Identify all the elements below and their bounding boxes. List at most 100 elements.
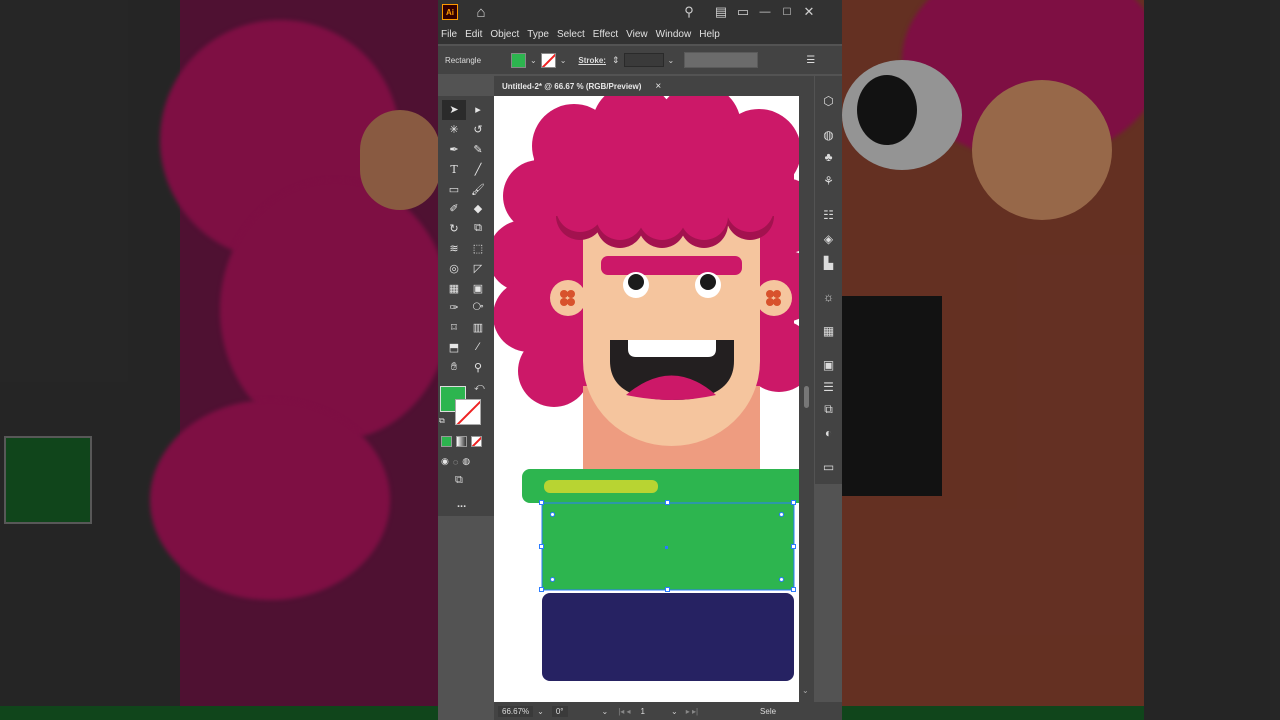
- handle-bottom-left[interactable]: [539, 587, 544, 592]
- menu-edit[interactable]: Edit: [462, 29, 487, 40]
- perspective-grid-tool-icon[interactable]: ◸: [466, 258, 490, 278]
- menu-window[interactable]: Window: [653, 29, 697, 40]
- none-mode-icon[interactable]: [471, 436, 482, 447]
- 3d-icon[interactable]: ⬡: [815, 94, 842, 108]
- transform-icon[interactable]: ▦: [815, 324, 842, 338]
- scroll-down-icon[interactable]: ⌄: [802, 686, 809, 695]
- transparency-icon[interactable]: ◐: [815, 426, 842, 440]
- artboard-dropdown-icon[interactable]: ⌄: [671, 707, 678, 716]
- handle-top-left[interactable]: [539, 500, 544, 505]
- rotate-tool-icon[interactable]: ↻: [442, 219, 466, 239]
- brightness-icon[interactable]: ☼: [815, 290, 842, 304]
- default-colors-icon[interactable]: ⧉: [439, 416, 445, 426]
- swap-fill-stroke-icon[interactable]: ⤺: [474, 382, 485, 393]
- handle-mid-left[interactable]: [539, 544, 544, 549]
- draw-inside-icon[interactable]: ◍: [462, 456, 470, 467]
- symbol-sprayer-tool-icon[interactable]: ⌑: [442, 318, 466, 338]
- close-tab-icon[interactable]: ×: [655, 81, 661, 92]
- column-graph-tool-icon[interactable]: ▥: [466, 318, 490, 338]
- draw-behind-icon[interactable]: ◌: [453, 456, 458, 467]
- zoom-dropdown-icon[interactable]: ⌄: [537, 707, 544, 716]
- type-tool-icon[interactable]: T: [442, 159, 466, 179]
- handle-bottom-right[interactable]: [791, 587, 796, 592]
- zoom-tool-icon[interactable]: ⚲: [466, 357, 490, 377]
- stroke-swatch[interactable]: [540, 52, 556, 68]
- hand-tool-icon[interactable]: ✋︎: [442, 357, 466, 377]
- comments-icon[interactable]: ▭: [815, 460, 842, 474]
- lasso-tool-icon[interactable]: ↺: [466, 120, 490, 140]
- handle-top-right[interactable]: [791, 500, 796, 505]
- blend-tool-icon[interactable]: ⧂: [466, 298, 490, 318]
- corner-widget-top-right[interactable]: [779, 512, 784, 517]
- eraser-tool-icon[interactable]: ◆: [466, 199, 490, 219]
- stroke-color-box[interactable]: [455, 399, 481, 425]
- shaper-tool-icon[interactable]: ✐: [442, 199, 466, 219]
- zoom-level[interactable]: 66.67%: [498, 705, 534, 717]
- stroke-weight-field[interactable]: [623, 53, 664, 67]
- panel-menu-icon[interactable]: ☰: [806, 55, 815, 66]
- screen-mode-icon[interactable]: ⧉: [455, 474, 463, 487]
- symbols-icon[interactable]: ♣: [815, 150, 842, 164]
- menu-select[interactable]: Select: [554, 29, 590, 40]
- stroke-stepper-icon[interactable]: ⇕: [612, 55, 620, 66]
- draw-normal-icon[interactable]: ◉: [441, 456, 449, 467]
- search-icon[interactable]: ⚲: [678, 4, 700, 20]
- maximize-button[interactable]: ☐: [776, 7, 798, 18]
- rotation-dropdown-icon[interactable]: ⌄: [602, 707, 609, 716]
- menu-view[interactable]: View: [623, 29, 653, 40]
- corner-widget-bottom-left[interactable]: [550, 577, 555, 582]
- minimize-button[interactable]: —: [754, 6, 776, 18]
- stroke-dropdown-icon[interactable]: ⌄: [560, 56, 567, 65]
- scrollbar-thumb[interactable]: [804, 386, 809, 408]
- gradient-mode-icon[interactable]: [456, 436, 467, 447]
- handle-mid-right[interactable]: [791, 544, 796, 549]
- artboard-nav-next-icon[interactable]: ▸ ▸|: [686, 707, 698, 716]
- menu-type[interactable]: Type: [524, 29, 554, 40]
- gradient-tool-icon[interactable]: ▣: [466, 278, 490, 298]
- menu-object[interactable]: Object: [487, 29, 524, 40]
- workspace-icon[interactable]: ▭: [732, 4, 754, 20]
- puppet-warp-icon[interactable]: ⚘: [815, 174, 842, 188]
- magic-wand-tool-icon[interactable]: ✳: [442, 120, 466, 140]
- handle-bottom-mid[interactable]: [665, 587, 670, 592]
- free-transform-tool-icon[interactable]: ⬚: [466, 239, 490, 259]
- menu-file[interactable]: File: [438, 29, 462, 40]
- canvas[interactable]: [494, 96, 799, 702]
- align-icon[interactable]: ▙: [815, 256, 842, 270]
- appearance-icon[interactable]: ◍: [815, 128, 842, 142]
- artboard-tool-icon[interactable]: ⬒: [442, 338, 466, 358]
- menu-effect[interactable]: Effect: [590, 29, 623, 40]
- pen-tool-icon[interactable]: ✒: [442, 140, 466, 160]
- corner-widget-bottom-right[interactable]: [779, 577, 784, 582]
- edit-toolbar-button[interactable]: ...: [457, 498, 466, 510]
- layers-icon[interactable]: ◈: [815, 232, 842, 246]
- slice-tool-icon[interactable]: ⁄: [466, 338, 490, 358]
- document-tab[interactable]: Untitled-2* @ 66.67 % (RGB/Preview): [494, 82, 641, 91]
- artboard-nav-prev-icon[interactable]: |◂ ◂: [618, 707, 630, 716]
- stroke-weight-dropdown-icon[interactable]: ⌄: [668, 56, 675, 65]
- gradient-panel-icon[interactable]: ▣: [815, 358, 842, 372]
- line-tool-icon[interactable]: ╱: [466, 159, 490, 179]
- fill-swatch[interactable]: [511, 52, 526, 68]
- curvature-tool-icon[interactable]: ✎: [466, 140, 490, 160]
- color-mode-icon[interactable]: [441, 436, 452, 447]
- handle-top-mid[interactable]: [665, 500, 670, 505]
- home-icon[interactable]: ⌂: [470, 4, 492, 21]
- scale-tool-icon[interactable]: ⧉: [466, 219, 490, 239]
- width-tool-icon[interactable]: ≋: [442, 239, 466, 259]
- eyedropper-tool-icon[interactable]: ✑: [442, 298, 466, 318]
- paintbrush-tool-icon[interactable]: 🖌︎: [466, 179, 490, 199]
- artboard-number[interactable]: 1: [641, 707, 645, 716]
- mesh-tool-icon[interactable]: ▦: [442, 278, 466, 298]
- menu-help[interactable]: Help: [696, 29, 725, 40]
- shape-builder-tool-icon[interactable]: ◎: [442, 258, 466, 278]
- artboard[interactable]: [494, 96, 799, 702]
- rectangle-tool-icon[interactable]: ▭: [442, 179, 466, 199]
- direct-selection-tool-icon[interactable]: ▸: [466, 100, 490, 120]
- selection-tool-icon[interactable]: ➤: [442, 100, 466, 120]
- fill-dropdown-icon[interactable]: ⌄: [530, 56, 537, 65]
- variable-width-field[interactable]: [684, 52, 759, 68]
- rotation-field[interactable]: 0°: [551, 705, 568, 717]
- corner-widget-top-left[interactable]: [550, 512, 555, 517]
- arrange-documents-icon[interactable]: ▤: [710, 4, 732, 20]
